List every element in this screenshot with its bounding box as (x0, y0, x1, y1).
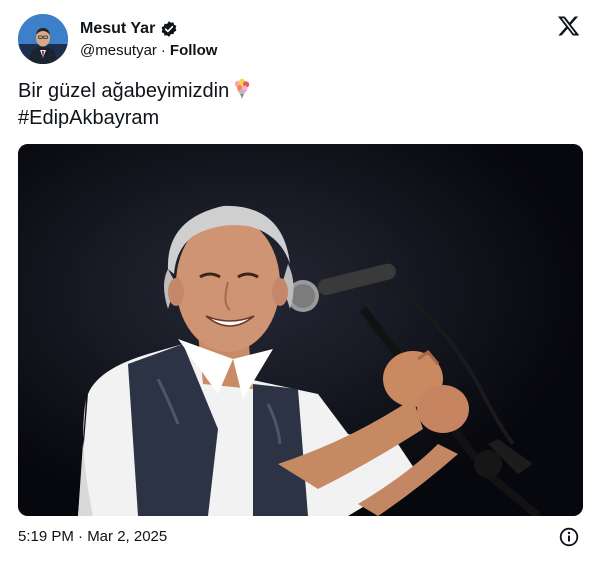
avatar[interactable] (18, 14, 68, 64)
avatar-portrait (18, 14, 68, 64)
tweet-text: Bir güzel ağabeyimizdin #EdipAkbayram (18, 78, 253, 132)
tweet-text-line: Bir güzel ağabeyimizdin (18, 78, 253, 105)
tweet-text-content: Bir güzel ağabeyimizdin (18, 80, 230, 102)
author-name[interactable]: Mesut Yar (80, 20, 155, 38)
info-icon[interactable] (559, 527, 579, 547)
x-logo-icon[interactable] (557, 14, 581, 38)
follow-button[interactable]: Follow (170, 42, 218, 59)
bouquet-emoji-icon (231, 78, 253, 100)
handle-row: @mesutyar · Follow (80, 40, 217, 60)
hashtag-link[interactable]: #EdipAkbayram (18, 105, 253, 132)
tweet-timestamp[interactable]: 5:19 PM · Mar 2, 2025 (18, 528, 167, 545)
separator-dot: · (160, 41, 166, 59)
photo-illustration (18, 144, 583, 516)
author-handle[interactable]: @mesutyar (80, 42, 157, 59)
verified-badge-icon (160, 20, 178, 38)
tweet-photo[interactable] (18, 144, 583, 516)
author-name-row: Mesut Yar (80, 18, 178, 40)
